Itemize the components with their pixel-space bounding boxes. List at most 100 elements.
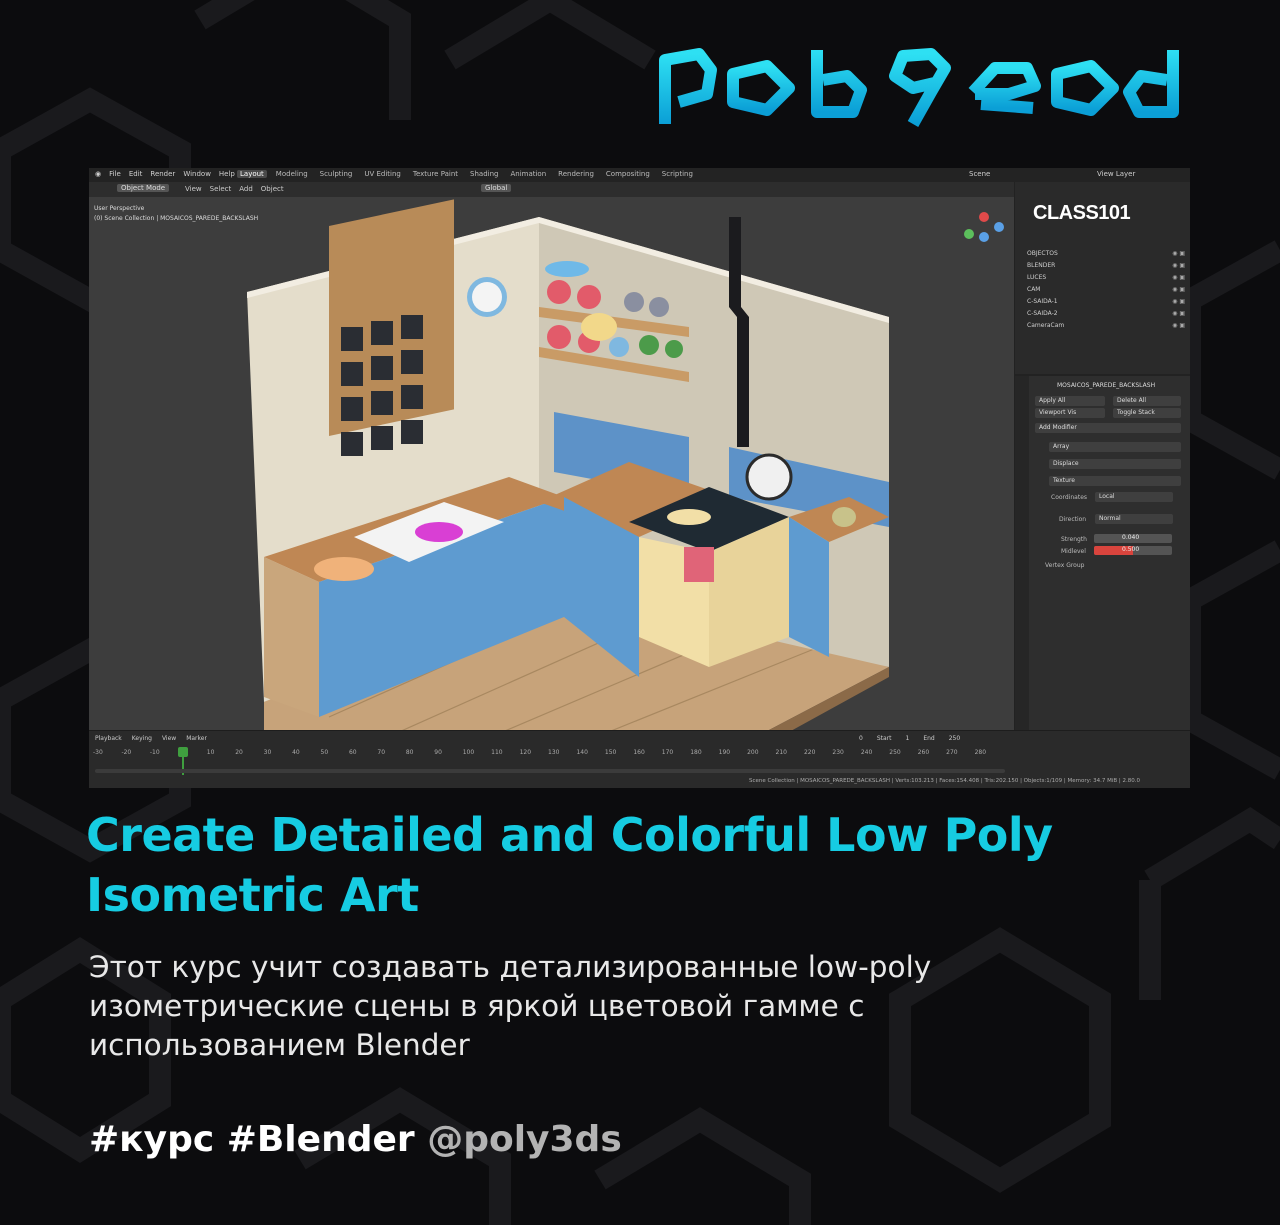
visibility-icon[interactable]: ◉ ▣ (1172, 272, 1185, 284)
visibility-icon[interactable]: ◉ ▣ (1172, 248, 1185, 260)
menu-file[interactable]: File (109, 170, 121, 178)
menu-edit[interactable]: Edit (129, 170, 143, 178)
menu-render[interactable]: Render (150, 170, 175, 178)
hashtags[interactable]: #курс #Blender (89, 1119, 415, 1160)
menu-window[interactable]: Window (183, 170, 211, 178)
timeline-tick-label: 150 (604, 749, 617, 756)
course-description: Этот курс учит создавать детализированны… (89, 950, 932, 1062)
strength-slider[interactable]: 0.040 (1094, 534, 1172, 543)
timeline-tick-label: 220 (803, 749, 816, 756)
menu-marker[interactable]: Marker (186, 735, 207, 742)
timeline-tick-label: 50 (320, 749, 329, 756)
properties-tabs[interactable] (1015, 376, 1029, 732)
menu-playback[interactable]: Playback (95, 735, 122, 742)
visibility-icon[interactable]: ◉ ▣ (1172, 296, 1185, 308)
delete-all-button[interactable]: Delete All (1113, 396, 1181, 406)
timeline-tick-label: 240 (860, 749, 873, 756)
3d-viewport[interactable] (89, 197, 1014, 730)
visibility-icon[interactable]: ◉ ▣ (1172, 308, 1185, 320)
coordinates-dropdown[interactable]: Local (1095, 492, 1173, 502)
outliner-item[interactable]: CAM ◉ ▣ (1027, 284, 1185, 296)
current-frame-field[interactable]: 0 (859, 735, 863, 742)
timeline-tick-label: 100 (462, 749, 475, 756)
orientation-dropdown[interactable]: Global (481, 184, 512, 192)
outliner-item[interactable]: C-SAIDA-2 ◉ ▣ (1027, 308, 1185, 320)
view-layer-selector[interactable]: View Layer (1097, 170, 1135, 178)
add-modifier-dropdown[interactable]: Add Modifier (1035, 423, 1181, 433)
modifier-displace[interactable]: Displace (1049, 459, 1181, 469)
strength-value: 0.040 (1122, 534, 1140, 541)
outliner-item[interactable]: OBJECTOS ◉ ▣ (1027, 248, 1185, 260)
tab-modeling[interactable]: Modeling (273, 170, 311, 178)
apply-all-button[interactable]: Apply All (1035, 396, 1105, 406)
class101-watermark: CLASS101 (1033, 202, 1131, 224)
texture-field[interactable]: Texture (1049, 476, 1181, 486)
direction-dropdown[interactable]: Normal (1095, 514, 1173, 524)
end-field[interactable]: 250 (949, 735, 960, 742)
outliner-item[interactable]: CameraCam ◉ ▣ (1027, 320, 1185, 332)
course-title: Create Detailed and Colorful Low Poly Is… (86, 808, 1053, 922)
outliner-item-label: OBJECTOS (1027, 250, 1058, 257)
tab-rendering[interactable]: Rendering (555, 170, 597, 178)
visibility-icon[interactable]: ◉ ▣ (1172, 260, 1185, 272)
timeline-tick-label: 180 (690, 749, 702, 756)
menu-keying[interactable]: Keying (132, 735, 152, 742)
timeline-tick-label: 110 (491, 749, 503, 756)
viewport-info: User Perspective (0) Scene Collection | … (94, 204, 258, 224)
tab-scripting[interactable]: Scripting (659, 170, 696, 178)
toggle-stack-button[interactable]: Toggle Stack (1113, 408, 1181, 418)
tab-compositing[interactable]: Compositing (603, 170, 653, 178)
timeline-tick-label: 260 (917, 749, 930, 756)
menu-view[interactable]: View (185, 185, 202, 193)
menu-select[interactable]: Select (210, 185, 232, 193)
outliner-item-label: C-SAIDA-2 (1027, 310, 1058, 317)
channel-handle[interactable]: @poly3ds (427, 1119, 622, 1160)
start-field[interactable]: 1 (906, 735, 910, 742)
vertex-group-label: Vertex Group (1045, 562, 1085, 569)
outliner-item-label: BLENDER (1027, 262, 1056, 269)
timeline-scrollbar[interactable] (95, 769, 1005, 773)
blender-logo-icon[interactable]: ◉ (95, 170, 101, 178)
menu-add[interactable]: Add (239, 185, 253, 193)
object-mode-dropdown[interactable]: Object Mode (117, 184, 170, 192)
menu-help[interactable]: Help (219, 170, 235, 178)
menu-timeline-view[interactable]: View (162, 735, 176, 742)
scene-selector[interactable]: Scene (969, 170, 990, 178)
direction-label: Direction (1059, 516, 1087, 523)
modifier-array[interactable]: Array (1049, 442, 1181, 452)
tab-texture-paint[interactable]: Texture Paint (410, 170, 461, 178)
timeline-tick-label: -10 (149, 749, 160, 756)
outliner-item[interactable]: BLENDER ◉ ▣ (1027, 260, 1185, 272)
status-bar: Scene Collection | MOSAICOS_PAREDE_BACKS… (749, 778, 1140, 784)
outliner-item[interactable]: LUCES ◉ ▣ (1027, 272, 1185, 284)
timeline-tick-label: -30 (93, 749, 103, 756)
outliner-item[interactable]: C-SAIDA-1 ◉ ▣ (1027, 296, 1185, 308)
timeline-tick-label: 160 (633, 749, 645, 756)
end-label: End (923, 735, 935, 742)
midlevel-value: 0.500 (1122, 546, 1140, 553)
timeline-tick-label: 170 (661, 749, 674, 756)
outliner-item-label: CameraCam (1027, 322, 1065, 329)
timeline-panel[interactable]: Playback Keying View Marker 0 Start 1 En… (89, 730, 1190, 788)
timeline-ruler[interactable]: -30-20-100102030405060708090100110120130… (89, 749, 1014, 761)
coordinates-label: Coordinates (1051, 494, 1088, 501)
tab-sculpting[interactable]: Sculpting (317, 170, 356, 178)
tab-shading[interactable]: Shading (467, 170, 501, 178)
menu-object[interactable]: Object (261, 185, 284, 193)
top-menu-bar: ◉ File Edit Render Window Help Layout Mo… (89, 168, 1190, 182)
midlevel-label: Midlevel (1061, 548, 1086, 555)
midlevel-slider[interactable]: 0.500 (1094, 546, 1172, 555)
visibility-icon[interactable]: ◉ ▣ (1172, 284, 1185, 296)
visibility-icon[interactable]: ◉ ▣ (1172, 320, 1185, 332)
timeline-tick-label: 280 (974, 749, 987, 756)
timeline-tick-label: 90 (434, 749, 442, 756)
viewport-header: Object Mode View Select Add Object Globa… (89, 182, 1014, 197)
timeline-tick-label: 70 (377, 749, 386, 756)
playhead-handle[interactable] (178, 747, 188, 757)
tab-layout[interactable]: Layout (237, 170, 267, 178)
viewport-vis-button[interactable]: Viewport Vis (1035, 408, 1105, 418)
polyeadd-logo (659, 48, 1179, 127)
tab-animation[interactable]: Animation (507, 170, 549, 178)
tab-uv-editing[interactable]: UV Editing (361, 170, 404, 178)
viewport-menu: View Select Add Object (185, 185, 284, 193)
